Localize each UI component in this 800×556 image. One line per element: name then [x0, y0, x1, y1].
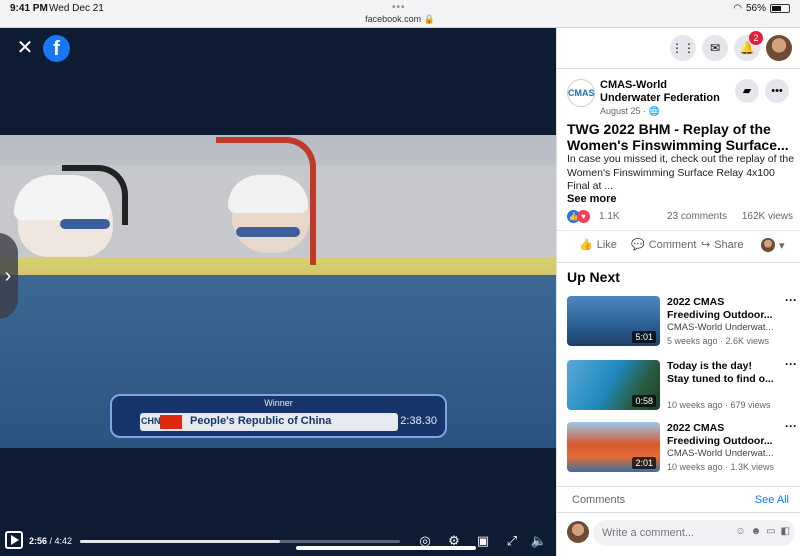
more-options-icon[interactable]: ···	[785, 419, 797, 433]
post-actions: 👍 Like 💬 Comment ↪ Share ▾	[557, 230, 800, 260]
video-meta: 10 weeks ago · 679 views	[667, 400, 771, 410]
caption-time: 2:38.30	[400, 415, 437, 427]
comment-label: Comment	[648, 238, 697, 251]
video-duration: 0:58	[632, 395, 656, 407]
total-time: 4:42	[54, 536, 73, 546]
video-duration: 2:01	[632, 457, 656, 469]
small-avatar	[761, 238, 775, 252]
share-label: Share	[714, 238, 744, 251]
like-label: Like	[596, 238, 617, 251]
reaction-count[interactable]: 1.1K	[599, 211, 620, 222]
emoji-icon[interactable]: ☻	[751, 526, 762, 537]
up-next-video[interactable]: 0:58 Today is the day! Stay tuned to fin…	[567, 357, 797, 414]
video-title[interactable]: 2022 CMAS Freediving Outdoor...	[667, 422, 775, 448]
caption-country: People's Republic of China	[190, 415, 332, 427]
reaction-as-selector[interactable]: ▾	[761, 238, 785, 252]
status-icons: ◠ 56%	[733, 3, 790, 14]
gif-icon[interactable]: ▭	[766, 526, 775, 537]
thumbs-up-icon: 👍	[579, 239, 593, 251]
profile-avatar[interactable]	[766, 35, 792, 61]
battery-percent: 56%	[745, 3, 766, 14]
love-reaction-icon[interactable]: ♥	[577, 210, 590, 223]
messenger-icon[interactable]: ✉	[702, 35, 728, 61]
battery-icon	[770, 4, 790, 13]
url-text: facebook.com	[365, 14, 422, 24]
comments-label: Comments	[572, 494, 626, 506]
progress-bar[interactable]	[80, 540, 400, 543]
status-bar: 9:41 PM Wed Dec 21 ••• facebook.com 🔒 ◠ …	[0, 0, 800, 28]
date: Wed Dec 21	[49, 3, 104, 14]
see-all-link[interactable]: See All	[755, 494, 789, 506]
comments-count[interactable]: 23 comments	[667, 211, 727, 222]
page-name[interactable]: CMAS-World Underwater Federation	[600, 79, 730, 105]
timecode: 2:56 / 4:42	[29, 536, 73, 546]
see-more-link[interactable]: See more	[567, 193, 617, 205]
comment-icon: 💬	[631, 239, 645, 251]
share-button[interactable]: ↪ Share	[701, 238, 744, 252]
caret-down-icon: ▾	[779, 239, 785, 252]
notification-badge: 2	[749, 31, 763, 45]
play-button[interactable]	[5, 531, 23, 549]
caption-country-code: CHN	[141, 416, 161, 426]
video-duration: 5:01	[632, 331, 656, 343]
progress-played	[80, 540, 280, 543]
video-title[interactable]: 2022 CMAS Freediving Outdoor...	[667, 296, 775, 322]
top-nav: ⋮⋮ ✉ 🔔 2	[670, 31, 792, 61]
video-page[interactable]: CMAS-World Underwat...	[667, 322, 775, 333]
up-next-video[interactable]: 5:01 2022 CMAS Freediving Outdoor... CMA…	[567, 293, 797, 350]
sticker-icon[interactable]: ◧	[781, 526, 790, 537]
post-title: TWG 2022 BHM - Replay of the Women's Fin…	[567, 121, 789, 153]
post-body: In case you missed it, check out the rep…	[567, 153, 795, 192]
page-logo[interactable]: CMAS	[567, 79, 595, 107]
notifications-bell-icon[interactable]: 🔔 2	[734, 31, 763, 61]
close-icon[interactable]: ✕	[14, 37, 36, 59]
more-options-icon[interactable]: ···	[785, 293, 797, 307]
home-indicator	[296, 546, 476, 550]
fullscreen-icon[interactable]: ⤢	[503, 532, 521, 550]
up-next-video[interactable]: 2:01 2022 CMAS Freediving Outdoor... CMA…	[567, 419, 797, 476]
more-options-icon[interactable]: •••	[765, 79, 789, 103]
lock-icon: 🔒	[423, 14, 435, 24]
facebook-logo[interactable]: f	[43, 35, 70, 62]
video-page[interactable]: CMAS-World Underwat...	[667, 448, 775, 459]
video-thumbnail[interactable]: 5:01	[567, 296, 660, 346]
result-caption: Winner CHN People's Republic of China 2:…	[110, 394, 447, 438]
commenter-avatar	[567, 521, 589, 543]
video-meta: 5 weeks ago · 2.6K views	[667, 336, 770, 346]
menu-grid-icon[interactable]: ⋮⋮	[670, 35, 696, 61]
caption-winner-label: Winner	[264, 398, 293, 408]
up-next-heading: Up Next	[567, 269, 620, 285]
current-time: 2:56	[29, 536, 48, 546]
video-frame[interactable]: Winner CHN People's Republic of China 2:…	[0, 135, 556, 448]
save-post-icon[interactable]: ▰	[735, 79, 759, 103]
picture-in-picture-icon[interactable]: ▣	[474, 532, 492, 550]
post-date-text: August 25 ·	[600, 106, 649, 116]
views-count: 162K views	[741, 211, 793, 222]
chevron-right-icon[interactable]: ›	[0, 233, 18, 319]
globe-icon: 🌐	[648, 106, 660, 116]
video-thumbnail[interactable]: 2:01	[567, 422, 660, 472]
comment-button[interactable]: 💬 Comment	[631, 238, 697, 252]
post-date: August 25 · 🌐	[600, 106, 660, 117]
china-flag-icon	[160, 415, 182, 429]
comment-tools: ☺ ☻ ▭ ◧	[735, 526, 790, 537]
volume-icon[interactable]: 🔈	[530, 532, 548, 550]
share-icon: ↪	[701, 239, 711, 251]
video-title[interactable]: Today is the day! Stay tuned to find o..…	[667, 360, 775, 386]
clock: 9:41 PM	[10, 3, 48, 14]
video-title-line: Stay tuned to find o...	[667, 373, 774, 385]
multitasking-dots-icon[interactable]: •••	[392, 2, 406, 13]
wifi-icon: ◠	[733, 3, 742, 14]
address-bar[interactable]: facebook.com 🔒	[0, 14, 800, 25]
video-thumbnail[interactable]: 0:58	[567, 360, 660, 410]
video-player[interactable]: ✕ f Winner CHN People's Republic of Chin…	[0, 28, 556, 556]
more-options-icon[interactable]: ···	[785, 357, 797, 371]
post-panel: ⋮⋮ ✉ 🔔 2 CMAS CMAS-World Underwater Feder…	[556, 28, 800, 556]
like-button[interactable]: 👍 Like	[579, 238, 617, 252]
avatar-sticker-icon[interactable]: ☺	[735, 526, 745, 537]
video-title-line: Today is the day!	[667, 360, 752, 372]
video-meta: 10 weeks ago · 1.3K views	[667, 462, 775, 472]
video-controls: 2:56 / 4:42 ◎ ⚙ ▣ ⤢ 🔈	[0, 528, 556, 556]
